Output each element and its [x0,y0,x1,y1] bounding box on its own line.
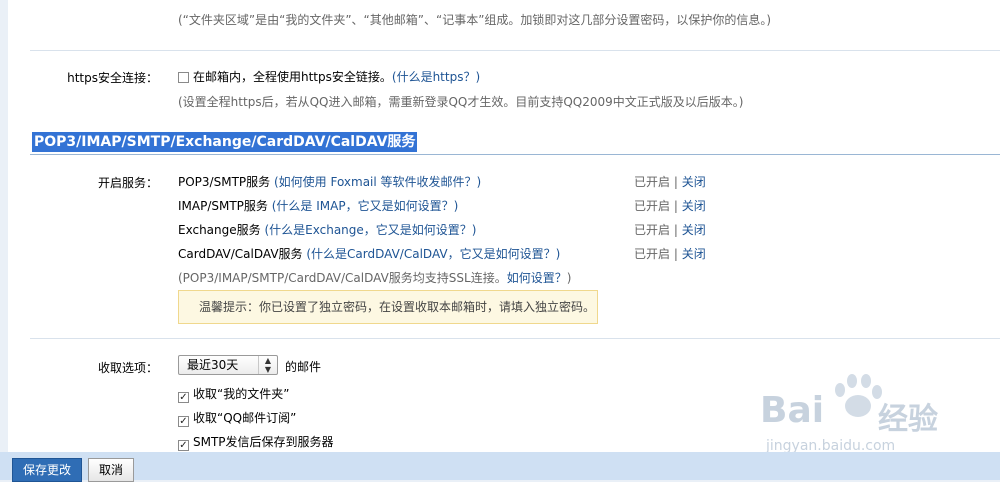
select-arrows-icon: ▲ ▼ [258,356,277,374]
receive-option-smtp-save: ✓ SMTP发信后保存到服务器 [178,433,334,451]
service-row-exchange: Exchange服务 (什么是Exchange，它又是如何设置？) [178,221,476,238]
separator: | [673,247,678,261]
https-checkbox-text: 在邮箱内，全程使用https安全链接。 [193,70,392,84]
option-label: 收取“QQ邮件订阅” [193,411,297,425]
service-name: CardDAV/CalDAV服务 [178,247,303,261]
select-value: 最近30天 [187,358,239,372]
https-checkbox[interactable] [178,72,189,83]
separator: | [673,175,678,189]
status-text: 已开启 [634,247,671,261]
receive-range-select[interactable]: 最近30天 ▲ ▼ [178,355,278,375]
ssl-note: (POP3/IMAP/SMTP/CardDAV/CalDAV服务均支持SSL连接… [178,269,571,286]
folder-lock-note: (“文件夹区域”是由“我的文件夹”、“其他邮箱”、“记事本”组成。加锁即对这几部… [178,13,772,27]
service-row-pop3: POP3/SMTP服务 (如何使用 Foxmail 等软件收发邮件？) [178,173,481,190]
section-title: POP3/IMAP/SMTP/Exchange/CardDAV/CalDAV服务 [32,132,418,152]
service-status-caldav: 已开启 | 关闭 [634,245,706,262]
independent-password-notice: 温馨提示：你已设置了独立密码，在设置收取本邮箱时，请填入独立密码。 [178,290,598,324]
status-text: 已开启 [634,199,671,213]
https-help-link[interactable]: 什么是https？ [397,70,476,84]
receive-folders-checkbox[interactable]: ✓ [178,392,189,403]
watermark-brand-tail: 经验 [878,402,938,437]
smtp-save-checkbox[interactable]: ✓ [178,440,189,451]
footer-bar [0,452,1000,480]
baidu-jingyan-watermark: Bai 经验 jingyan.baidu.com [760,372,990,462]
https-help-close: ) [475,70,481,84]
divider [30,50,1000,51]
service-help-link[interactable]: (什么是 IMAP，它又是如何设置？) [272,199,459,213]
https-note: (设置全程https后，若从QQ进入邮箱，需重新登录QQ才生效。目前支持QQ20… [178,95,744,109]
cancel-button[interactable]: 取消 [88,458,135,482]
divider [30,338,1000,339]
ssl-note-close: ) [566,271,572,285]
receive-option-folders: ✓ 收取“我的文件夹” [178,385,289,403]
service-name: IMAP/SMTP服务 [178,199,268,213]
paw-icon [835,374,882,417]
receive-label: 收取选项： [97,361,158,375]
separator: | [673,199,678,213]
close-service-link[interactable]: 关闭 [682,247,706,261]
https-label: https安全连接： [67,71,158,85]
service-help-link[interactable]: (如何使用 Foxmail 等软件收发邮件？) [274,175,481,189]
select-suffix: 的邮件 [285,360,322,374]
services-label: 开启服务： [97,176,158,190]
service-status-exchange: 已开启 | 关闭 [634,221,706,238]
watermark-brand: Bai [760,390,825,431]
service-help-link[interactable]: (什么是Exchange，它又是如何设置？) [264,223,476,237]
ssl-note-text: (POP3/IMAP/SMTP/CardDAV/CalDAV服务均支持SSL连接… [178,271,507,285]
close-service-link[interactable]: 关闭 [682,223,706,237]
option-label: SMTP发信后保存到服务器 [193,435,334,449]
service-help-link[interactable]: (什么是CardDAV/CalDAV，它又是如何设置？) [306,247,560,261]
option-label: 收取“我的文件夹” [193,387,290,401]
service-status-pop3: 已开启 | 关闭 [634,173,706,190]
https-option: 在邮箱内，全程使用https安全链接。(什么是https？) [178,68,480,85]
section-divider [30,154,1000,155]
receive-option-subscription: ✓ 收取“QQ邮件订阅” [178,409,296,427]
service-status-imap: 已开启 | 关闭 [634,197,706,214]
service-name: Exchange服务 [178,223,261,237]
service-name: POP3/SMTP服务 [178,175,271,189]
save-button[interactable]: 保存更改 [12,458,83,482]
ssl-help-link[interactable]: 如何设置？ [507,271,567,285]
close-service-link[interactable]: 关闭 [682,199,706,213]
service-row-imap: IMAP/SMTP服务 (什么是 IMAP，它又是如何设置？) [178,197,458,214]
service-row-caldav: CardDAV/CalDAV服务 (什么是CardDAV/CalDAV，它又是如… [178,245,560,262]
separator: | [673,223,678,237]
status-text: 已开启 [634,175,671,189]
close-service-link[interactable]: 关闭 [682,175,706,189]
receive-subscription-checkbox[interactable]: ✓ [178,416,189,427]
status-text: 已开启 [634,223,671,237]
